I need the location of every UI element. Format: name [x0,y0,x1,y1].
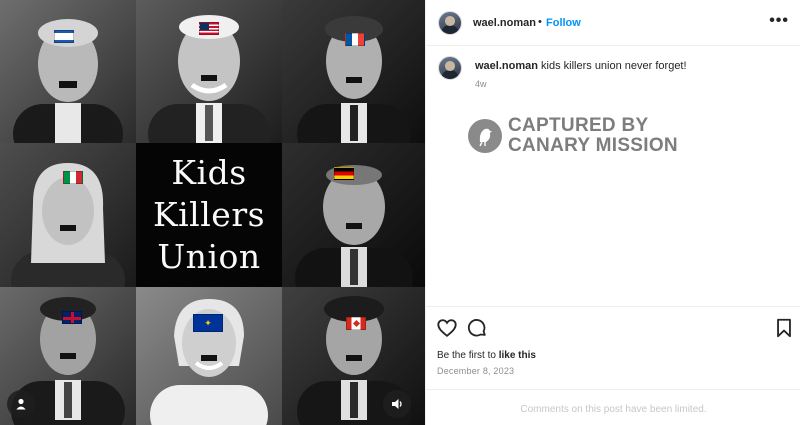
comments-footer: Comments on this post have been limited. [426,389,800,425]
caption-username[interactable]: wael.noman [475,60,538,72]
post-actions: Be the first to like this December 8, 20… [426,306,800,386]
canada-flag [346,317,366,330]
bookmark-icon[interactable] [773,317,795,339]
caption-text: kids killers union never forget! [541,60,687,72]
follow-button[interactable]: Follow [546,17,581,29]
canary-watermark: CAPTURED BY CANARY MISSION [468,116,678,156]
header-separator: • [538,16,542,28]
germany-flag [334,167,354,180]
post-side-panel: wael.noman • Follow ••• wael.noman kids … [425,0,800,425]
comments-limited-notice: Comments on this post have been limited. [520,404,707,415]
caption-avatar[interactable] [438,56,462,80]
person-icon[interactable] [7,390,35,418]
caption: wael.noman kids killers union never forg… [475,60,785,72]
likes-summary: Be the first to like this [437,350,536,361]
speaker-icon[interactable] [383,390,411,418]
israel-flag [54,30,74,43]
title-line-kids: Kids [171,153,247,192]
photo-tile-3 [282,0,425,143]
avatar[interactable] [438,11,462,35]
post-image[interactable]: Kids Killers Union ✦ [0,0,425,425]
watermark-line-2: CANARY MISSION [508,135,678,156]
like-this-link[interactable]: like this [499,350,536,361]
photo-tile-4 [0,143,136,287]
post-title-tile: Kids Killers Union [136,143,282,287]
photo-tile-5 [282,143,425,287]
caption-timestamp[interactable]: 4w [475,79,487,89]
post-date[interactable]: December 8, 2023 [437,366,514,376]
title-line-killers: Killers [152,195,266,234]
comment-icon[interactable] [466,317,488,339]
likes-prefix: Be the first to [437,350,499,361]
photo-tile-7: ✦ [136,287,282,425]
uk-flag [62,311,82,324]
header-username[interactable]: wael.noman [473,17,536,29]
more-options-icon[interactable]: ••• [769,12,789,30]
heart-icon[interactable] [436,317,458,339]
france-flag [345,33,365,46]
canary-bird-icon [468,119,502,153]
title-line-union: Union [157,237,261,276]
eu-flag: ✦ [193,314,223,332]
photo-tile-1 [0,0,136,143]
watermark-text: CAPTURED BY CANARY MISSION [508,116,678,156]
usa-flag [199,22,219,35]
post-header: wael.noman • Follow ••• [426,0,800,46]
photo-tile-2 [136,0,282,143]
watermark-line-1: CAPTURED BY [508,115,649,136]
italy-flag [63,171,83,184]
